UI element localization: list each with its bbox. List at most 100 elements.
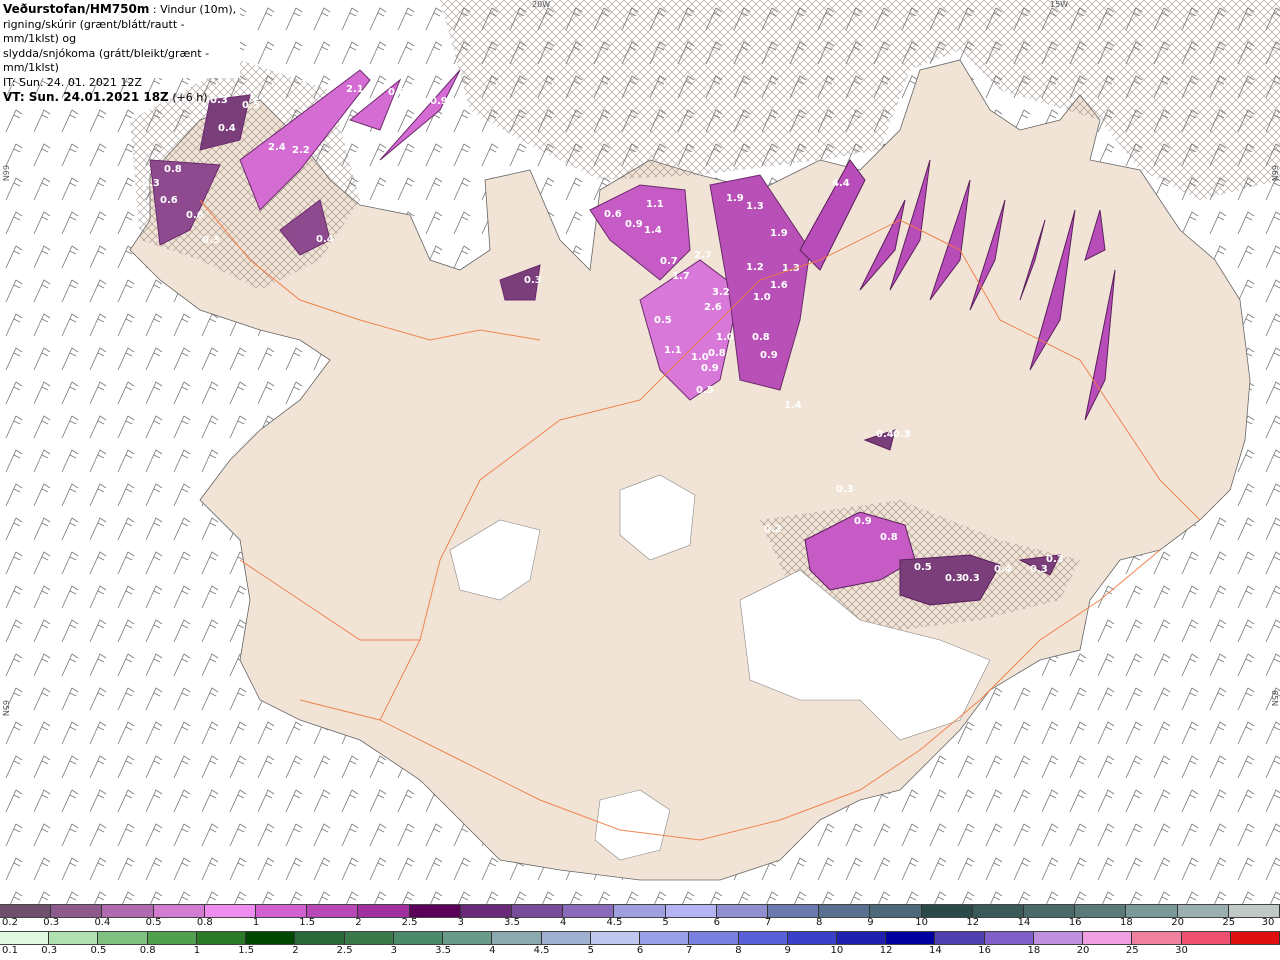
colorbar-tick-label: 16 [978, 945, 991, 956]
colorbar-cell [984, 932, 1034, 944]
precip-value-label: 3.2 [712, 287, 730, 298]
colorbar-tick-label: 18 [1027, 945, 1041, 956]
colorbar-cell [1126, 905, 1178, 917]
precip-value-label: 0.8 [708, 348, 726, 359]
colorbar-tick-label: 25 [1222, 917, 1236, 928]
colorbar-tick-label: 3 [457, 917, 464, 928]
colorbar-tick-label: 3.5 [435, 945, 452, 956]
colorbar-tick-label: 2 [292, 945, 299, 956]
precip-value-label: 0.3 [1030, 564, 1048, 575]
precip-value-label: 0.8 [752, 332, 770, 343]
colorbar-tick-label: 9 [867, 917, 874, 928]
legend-rain-line: rigning/skúrir (grænt/blátt/rautt - mm/1… [3, 17, 185, 46]
map-title-subtitle: : Vindur (10m), [149, 3, 237, 16]
valid-time-offset: (+6 h) [168, 91, 208, 104]
precip-value-label: 1.2 [746, 262, 764, 273]
colorbar-tick-label: 4 [489, 945, 496, 956]
precip-value-label: 2.4 [268, 142, 286, 153]
precip-value-label: 0.6 [160, 195, 178, 206]
precip-value-label: 0.8 [388, 87, 406, 98]
precip-value-label: 2.7 [694, 250, 712, 261]
precip-value-label: 1.0 [691, 352, 709, 363]
grid-label-65n-left: 65N [1, 700, 10, 717]
colorbar-tick-label: 2.5 [336, 945, 353, 956]
colorbar-tick-label: 25 [1125, 945, 1139, 956]
colorbar-cell [358, 905, 410, 917]
colorbar-tick-label: 8 [816, 917, 823, 928]
colorbar-cell [443, 932, 493, 944]
colorbar-cell [1177, 905, 1229, 917]
colorbar-cell [153, 905, 205, 917]
colorbar-tick-label: 0.8 [196, 917, 213, 928]
precip-value-label: 1.3 [782, 263, 800, 274]
colorbar-snow-labels: 0.2 0.3 0.4 0.5 0.8 1 1.5 2 2.5 3 3.5 4 4.5 5 6 7 8 9 10 12… [0, 917, 1280, 931]
precip-value-label: 0.5 [654, 315, 672, 326]
colorbar-cell [0, 905, 52, 917]
colorbar-cell [563, 905, 615, 917]
colorbar-tick-label: 14 [1017, 917, 1031, 928]
colorbar-tick-label: 1 [252, 917, 260, 928]
precip-value-label: 2.1 [346, 84, 364, 95]
precip-value-label: 0.9 [701, 363, 719, 374]
colorbar-tick-label: 14 [929, 945, 942, 956]
precip-value-label: 1.9 [726, 193, 744, 204]
colorbar-tick-label: 7 [686, 945, 693, 956]
weather-map: 2.1 0.80.90.3 0.50.42.4 2.20.80.30.60.60.40… [0, 0, 1280, 904]
precip-value-label: 1.1 [646, 199, 664, 210]
precip-value-label: 0.3 [893, 429, 911, 440]
colorbar-rain [0, 931, 1280, 945]
colorbar-tick-label: 12 [879, 945, 893, 956]
colorbar-cell [393, 932, 444, 944]
precip-value-label: 0.2 [764, 524, 782, 535]
colorbar-tick-label: 5 [662, 917, 669, 928]
colorbar-snow [0, 904, 1280, 918]
colorbar-tick-label: 4 [560, 917, 567, 928]
colorbar-tick-label: 1 [193, 945, 201, 956]
precip-value-label: 1.0 [753, 292, 771, 303]
colorbar-cell [541, 932, 591, 944]
precip-value-label: 0.9 [854, 516, 872, 527]
precip-value-label: 2.6 [704, 302, 722, 313]
colorbar-cell [460, 905, 513, 917]
colorbar-cell [1132, 932, 1182, 944]
colorbar-cell [1075, 905, 1127, 917]
colorbar-cell [1033, 932, 1084, 944]
precip-value-label: 0.9 [760, 350, 778, 361]
precip-value-label: 0.4 [218, 123, 236, 134]
colorbar-tick-label: 12 [966, 917, 980, 928]
colorbar-tick-label: 20 [1171, 917, 1184, 928]
colorbar-tick-label: 6 [636, 945, 644, 956]
colorbar-tick-label: 16 [1068, 917, 1082, 928]
colorbar-tick-label: 20 [1076, 945, 1090, 956]
grid-label-66n-right: 66N [1270, 165, 1279, 182]
colorbar-rain-labels: 0.1 0.3 0.5 0.8 1 1.5 2 2.5 3 3.5 4 4.5 5 6 7 8 9 10 12 14 1… [0, 945, 1280, 959]
colorbar-tick-label: 30 [1261, 917, 1275, 928]
colorbar-tick-label: 1.5 [299, 917, 316, 928]
map-header: Veðurstofan/HM750m : Vindur (10m), rigni… [0, 0, 240, 104]
precip-value-label: 0.4 [994, 564, 1012, 575]
grid-label-66n-left: 66N [1, 165, 10, 182]
precip-value-label: 4.4 [832, 178, 850, 189]
colorbar-tick-label: 6 [713, 917, 720, 928]
colorbar-tick-label: 0.8 [139, 945, 156, 956]
precip-value-label: 1.1 [664, 345, 682, 356]
precip-value-label: 0.3 [524, 275, 542, 286]
precip-value-label: 0.3 [142, 178, 160, 189]
colorbar-cell [295, 932, 345, 944]
precip-value-label: 0.9 [625, 219, 643, 230]
legend-snow-line: slydda/snjókoma (grátt/bleikt/grænt - mm… [3, 46, 210, 75]
colorbar-cell [1181, 932, 1231, 944]
colorbar-tick-label: 3 [390, 945, 398, 956]
colorbar-tick-label: 8 [735, 945, 742, 956]
colorbar-cell [1230, 932, 1280, 944]
colorbar-cell [344, 932, 394, 944]
colorbar-cell [768, 905, 820, 917]
colorbar-cell [738, 932, 788, 944]
precip-value-label: 0.4 [876, 429, 894, 440]
colorbar-cell [0, 932, 50, 944]
colorbar-cell [147, 932, 197, 944]
precip-value-label: 1.3 [746, 201, 764, 212]
colorbar-cell [935, 932, 985, 944]
colorbar-tick-label: 1.5 [238, 945, 255, 956]
colorbar-cell [640, 932, 690, 944]
